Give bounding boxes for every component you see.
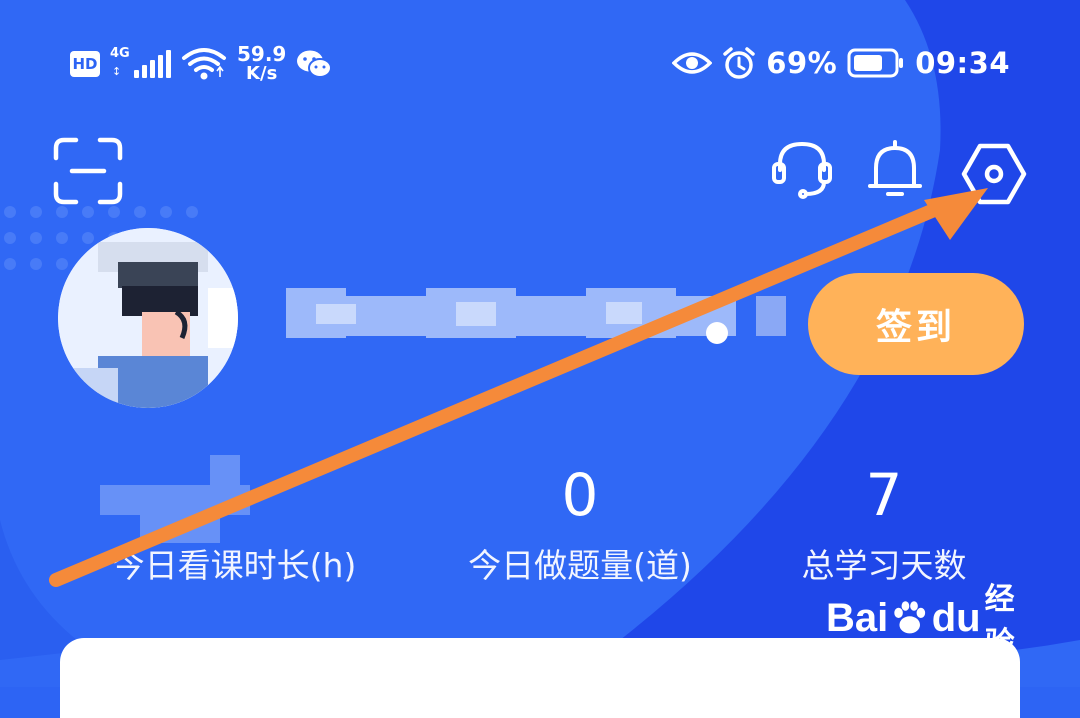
avatar[interactable] [58, 228, 238, 408]
bell-icon[interactable] [864, 138, 926, 202]
signal-icon: 4G ↕ [110, 46, 171, 78]
stat-value [64, 460, 404, 530]
headset-icon[interactable] [770, 138, 834, 202]
stat-label: 今日做题量(道) [468, 546, 692, 585]
clock-time: 09:34 [915, 46, 1010, 80]
status-bar: HD 4G ↕ 59.9 K/s 69% 09:34 [0, 0, 1080, 120]
alarm-icon [723, 47, 756, 79]
stat-total-days[interactable]: 7 总学习天数 [714, 460, 1054, 590]
hd-badge: HD [70, 51, 100, 77]
stat-questions-today[interactable]: 0 今日做题量(道) [410, 460, 750, 590]
stat-label: 今日看课时长(h) [111, 546, 357, 585]
username-blurred [286, 288, 786, 344]
paw-icon [894, 601, 926, 634]
battery-icon [847, 48, 904, 78]
wechat-icon [297, 50, 333, 78]
stat-value: 7 [865, 461, 903, 529]
network-type: 4G [110, 46, 130, 61]
scan-icon[interactable] [52, 136, 124, 206]
baidu-watermark: Bai du 经验 jingyan.baidu.com [826, 582, 1015, 684]
settings-icon[interactable] [958, 138, 1030, 210]
network-speed: 59.9 K/s [237, 42, 287, 85]
eye-icon [672, 52, 713, 74]
stat-watch-hours[interactable]: 今日看课时长(h) [64, 460, 404, 590]
battery-percent: 69% [766, 46, 838, 80]
stat-value: 0 [561, 461, 599, 529]
wifi-icon [182, 48, 226, 80]
checkin-button[interactable]: 签到 [808, 273, 1024, 375]
